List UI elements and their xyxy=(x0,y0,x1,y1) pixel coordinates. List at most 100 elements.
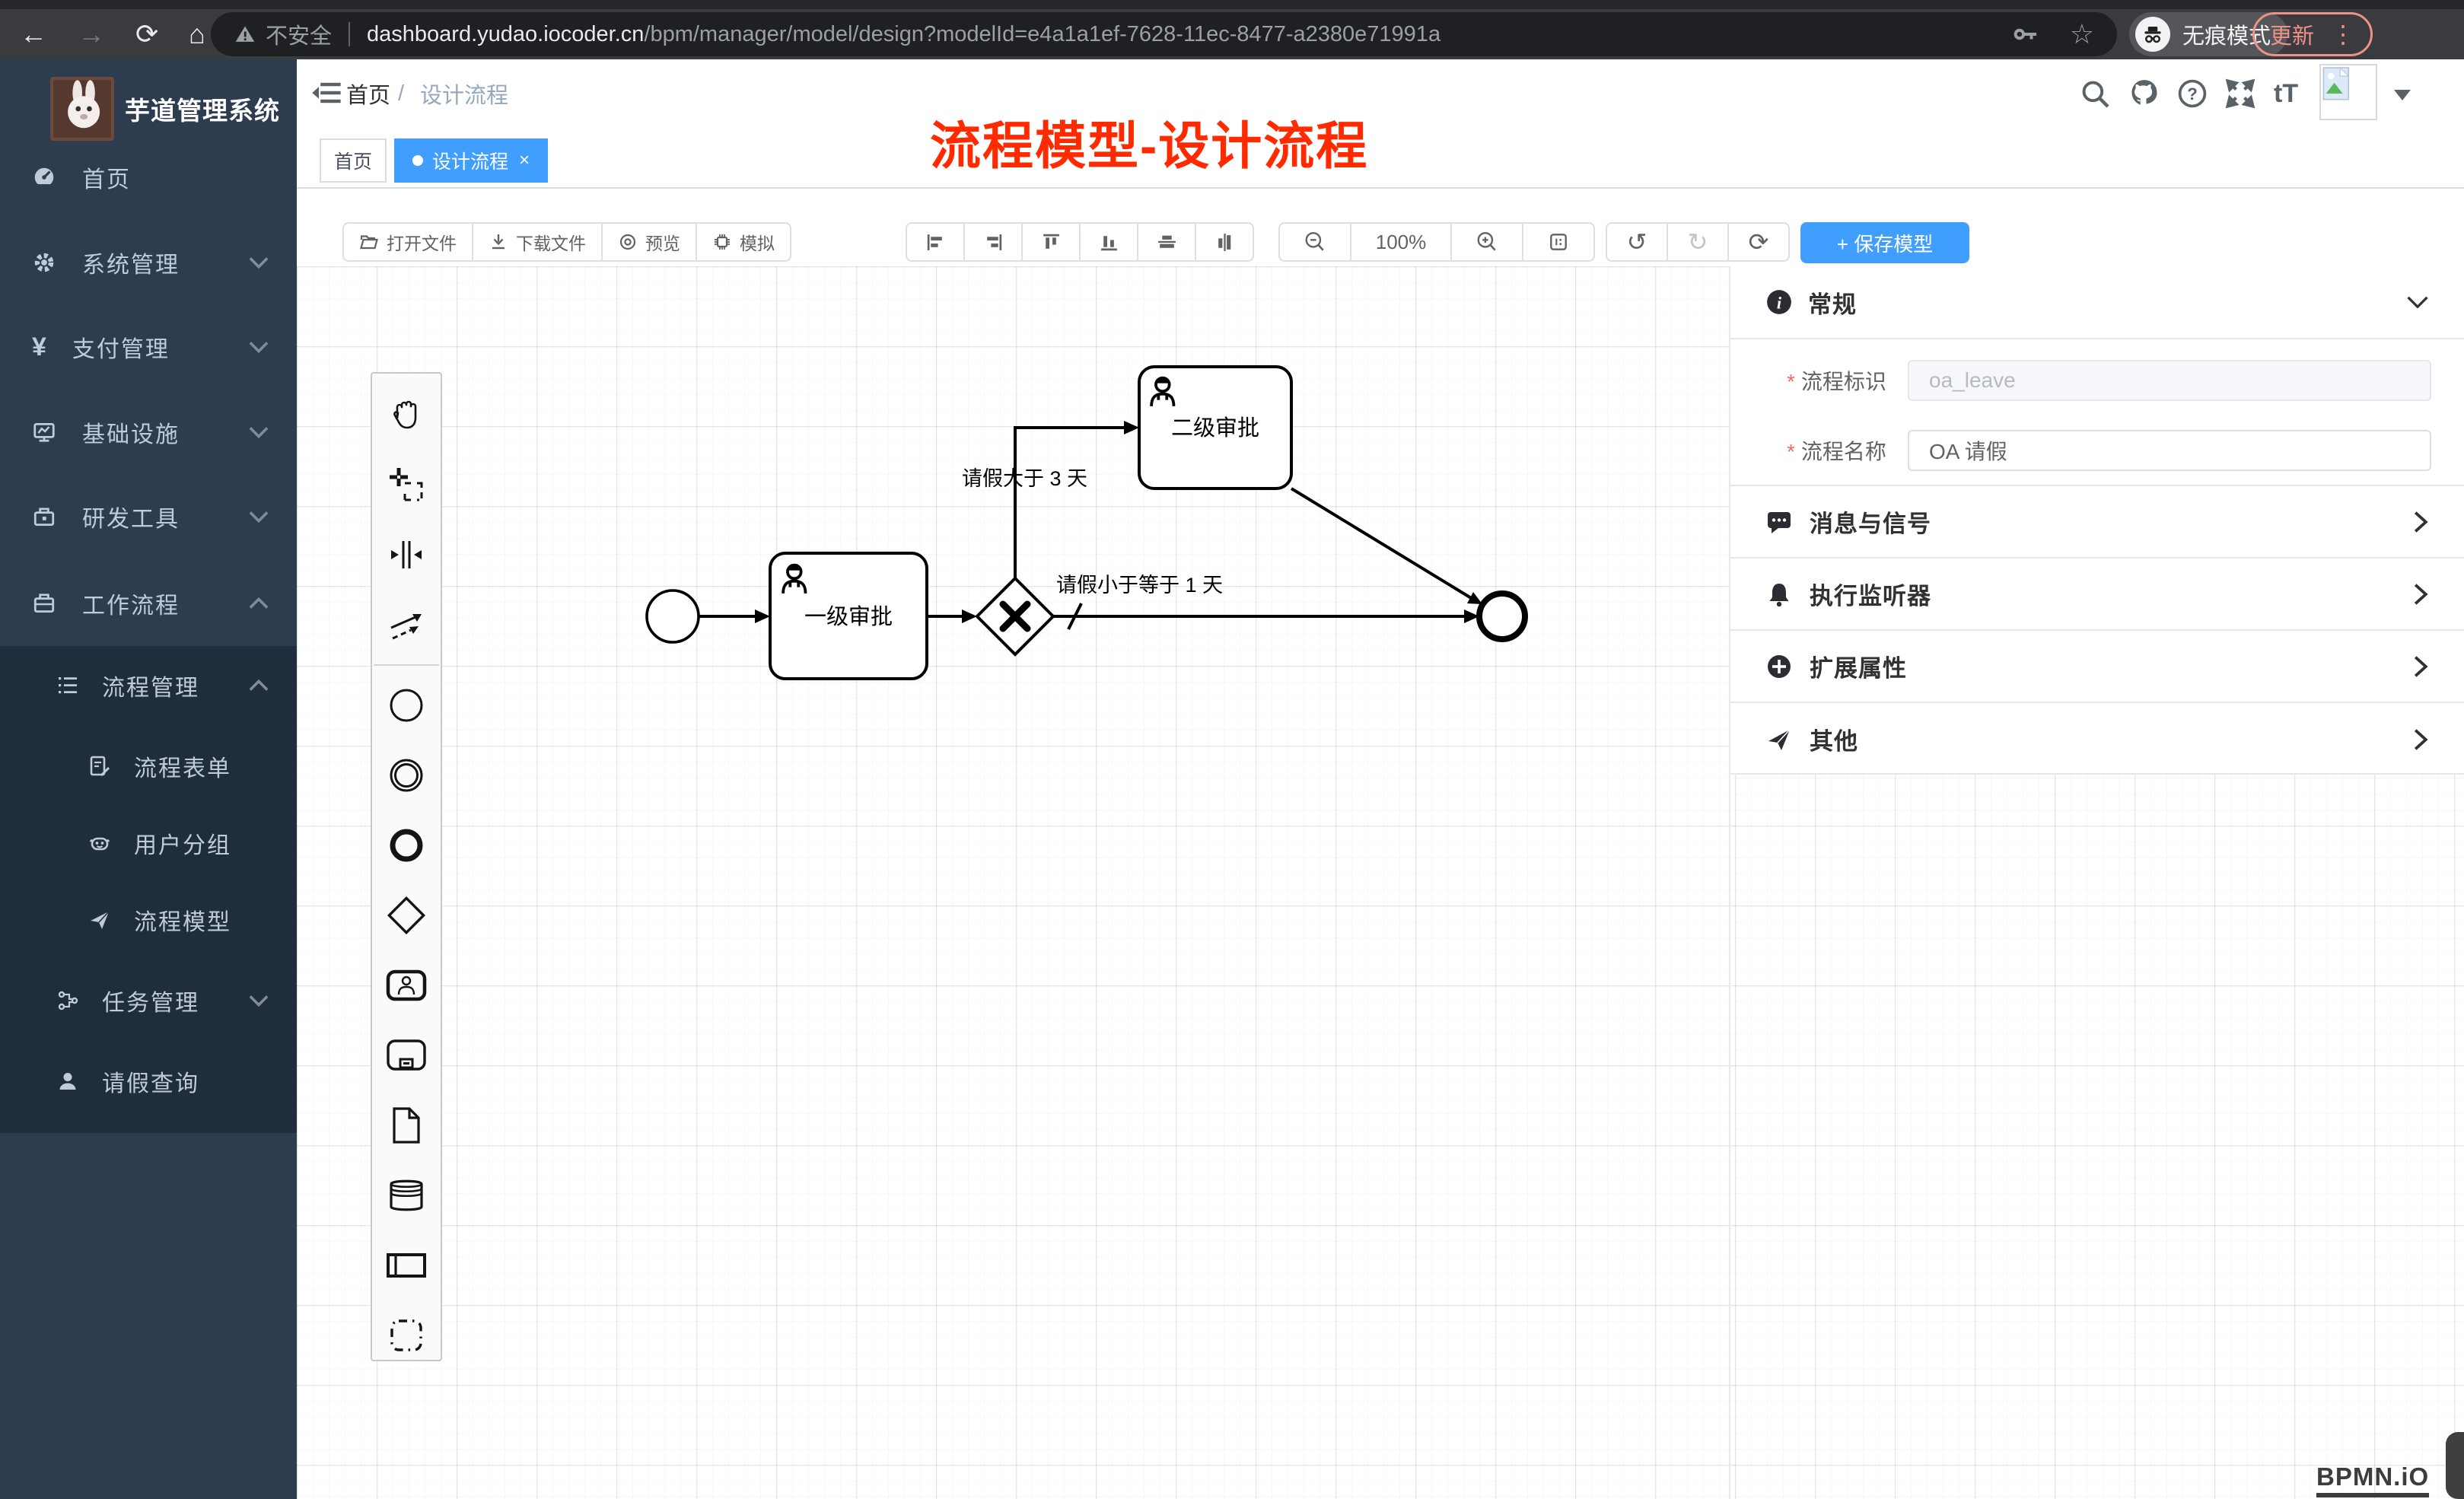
tab-design-process[interactable]: 设计流程 × xyxy=(394,138,548,183)
workflow-submenu: 流程管理 流程表单 用户分组 流程模型 任务管理 请假 xyxy=(0,646,297,1133)
undo-icon: ↺ xyxy=(1627,230,1647,254)
help-icon[interactable]: ? xyxy=(2176,59,2208,128)
sidebar-item-infra[interactable]: 基础设施 xyxy=(0,390,297,475)
browser-update-button[interactable]: 更新 ⋮ xyxy=(2252,12,2373,56)
sidebar-item-label: 研发工具 xyxy=(82,500,180,533)
avatar-caret-icon[interactable] xyxy=(2394,90,2411,100)
kebab-menu-icon[interactable]: ⋮ xyxy=(2331,22,2355,46)
address-bar[interactable]: 不安全 dashboard.yudao.iocoder.cn/bpm/manag… xyxy=(211,12,2117,56)
sidebar-item-process-form[interactable]: 流程表单 xyxy=(0,727,297,806)
app-logo xyxy=(50,77,114,141)
align-left-icon xyxy=(925,232,946,253)
flow-gateway-to-task2[interactable] xyxy=(1015,428,1127,578)
chevron-right-icon xyxy=(2412,511,2429,533)
condition-label-lte1[interactable]: 请假小于等于 1 天 xyxy=(1056,574,1223,597)
condition-label-gt3[interactable]: 请假大于 3 天 xyxy=(962,467,1087,490)
fullscreen-icon[interactable] xyxy=(2224,59,2257,128)
font-size-icon[interactable]: tT xyxy=(2274,59,2298,128)
plus-circle-icon xyxy=(1765,653,1793,680)
field-row-process-name: *流程名称 xyxy=(1730,430,2464,471)
forward-icon[interactable]: → xyxy=(78,21,105,48)
sidebar-fold-icon[interactable] xyxy=(310,76,344,110)
security-label[interactable]: 不安全 xyxy=(266,18,332,50)
briefcase-icon xyxy=(32,591,56,616)
align-bottom-button[interactable] xyxy=(1081,224,1138,260)
tab-label: 设计流程 xyxy=(432,147,508,174)
sidebar-item-workflow[interactable]: 工作流程 xyxy=(0,561,297,646)
zoom-out-button[interactable] xyxy=(1280,224,1351,260)
align-left-button[interactable] xyxy=(907,224,965,260)
corner-handle xyxy=(2446,1432,2464,1499)
sidebar-item-devtools[interactable]: 研发工具 xyxy=(0,474,297,559)
align-middle-button[interactable] xyxy=(1138,224,1196,260)
sidebar-item-system[interactable]: 系统管理 xyxy=(0,220,297,305)
key-icon[interactable] xyxy=(2014,23,2039,46)
zoom-level-value: 100% xyxy=(1376,231,1427,254)
start-event-node[interactable] xyxy=(647,590,699,642)
sidebar-item-user-group[interactable]: 用户分组 xyxy=(0,804,297,883)
fit-viewport-icon xyxy=(1548,231,1569,253)
flow-task2-to-end[interactable] xyxy=(1291,489,1472,599)
zoom-in-icon xyxy=(1476,231,1498,253)
section-general[interactable]: i 常规 xyxy=(1730,266,2464,339)
section-message-signal[interactable]: 消息与信号 xyxy=(1730,486,2464,559)
user-task-node-level2[interactable]: 二级审批 xyxy=(1139,367,1291,489)
url-path[interactable]: /bpm/manager/model/design?modelId=e4a1a1… xyxy=(644,22,1441,47)
process-key-input[interactable] xyxy=(1908,360,2431,401)
sidebar-item-process-model[interactable]: 流程模型 xyxy=(0,880,297,960)
chevron-down-icon xyxy=(248,256,269,269)
section-other[interactable]: 其他 xyxy=(1730,703,2464,775)
section-execution-listener[interactable]: 执行监听器 xyxy=(1730,559,2464,631)
simulate-button[interactable]: 模拟 xyxy=(697,224,790,260)
section-extended-attributes[interactable]: 扩展属性 xyxy=(1730,631,2464,703)
process-name-input[interactable] xyxy=(1908,430,2431,471)
download-file-button[interactable]: 下载文件 xyxy=(473,224,603,260)
send-icon xyxy=(1765,726,1793,753)
sidebar-item-task-mgmt[interactable]: 任务管理 xyxy=(0,961,297,1040)
home-icon[interactable]: ⌂ xyxy=(189,21,205,48)
sidebar-item-process-mgmt[interactable]: 流程管理 xyxy=(0,646,297,725)
zoom-reset-button[interactable] xyxy=(1523,224,1593,260)
bpmn-io-watermark[interactable]: BPMN.iO xyxy=(2316,1462,2429,1497)
tab-home[interactable]: 首页 xyxy=(320,138,387,183)
sidebar-item-home[interactable]: 首页 xyxy=(0,135,297,220)
github-icon[interactable] xyxy=(2128,59,2161,128)
align-top-button[interactable] xyxy=(1023,224,1081,260)
redo-button[interactable]: ↻ xyxy=(1668,224,1729,260)
history-button-group: ↺ ↻ ⟳ xyxy=(1606,222,1790,262)
sidebar-item-label: 首页 xyxy=(82,161,131,194)
toolbox-icon xyxy=(32,504,56,529)
back-icon[interactable]: ← xyxy=(20,21,47,48)
save-model-button[interactable]: + 保存模型 xyxy=(1800,222,1969,263)
avatar[interactable] xyxy=(2319,64,2377,120)
tab-close-icon[interactable]: × xyxy=(519,151,530,170)
sidebar-item-label: 系统管理 xyxy=(82,246,180,279)
bookmark-star-icon[interactable]: ☆ xyxy=(2070,21,2094,48)
preview-button[interactable]: 预览 xyxy=(603,224,697,260)
zoom-level[interactable]: 100% xyxy=(1351,224,1452,260)
chevron-down-icon xyxy=(248,425,269,439)
zoom-in-button[interactable] xyxy=(1452,224,1523,260)
end-event-node[interactable] xyxy=(1479,594,1525,639)
exclusive-gateway-node[interactable] xyxy=(977,578,1053,654)
breadcrumb-home[interactable]: 首页 xyxy=(346,59,390,128)
user-task-node-level1[interactable]: 一级审批 xyxy=(770,553,927,679)
restart-button[interactable]: ⟳ xyxy=(1729,224,1788,260)
button-label: 下载文件 xyxy=(516,229,586,255)
align-middle-icon xyxy=(1157,232,1177,253)
search-icon[interactable] xyxy=(2079,59,2111,128)
undo-button[interactable]: ↺ xyxy=(1607,224,1668,260)
message-icon xyxy=(1765,508,1793,536)
open-file-button[interactable]: 打开文件 xyxy=(344,224,473,260)
align-right-button[interactable] xyxy=(965,224,1023,260)
flow-icon xyxy=(56,989,79,1012)
zoom-out-icon xyxy=(1304,231,1326,253)
gear-icon xyxy=(32,250,56,275)
breadcrumb-current: 设计流程 xyxy=(420,59,508,128)
reload-icon[interactable]: ⟳ xyxy=(135,21,158,48)
sidebar-item-leave-query[interactable]: 请假查询 xyxy=(0,1042,297,1121)
sidebar-item-payment[interactable]: ¥ 支付管理 xyxy=(0,304,297,390)
align-center-button[interactable] xyxy=(1196,224,1253,260)
browser-nav: ← → ⟳ ⌂ xyxy=(14,9,205,59)
url-host[interactable]: dashboard.yudao.iocoder.cn xyxy=(367,22,644,47)
